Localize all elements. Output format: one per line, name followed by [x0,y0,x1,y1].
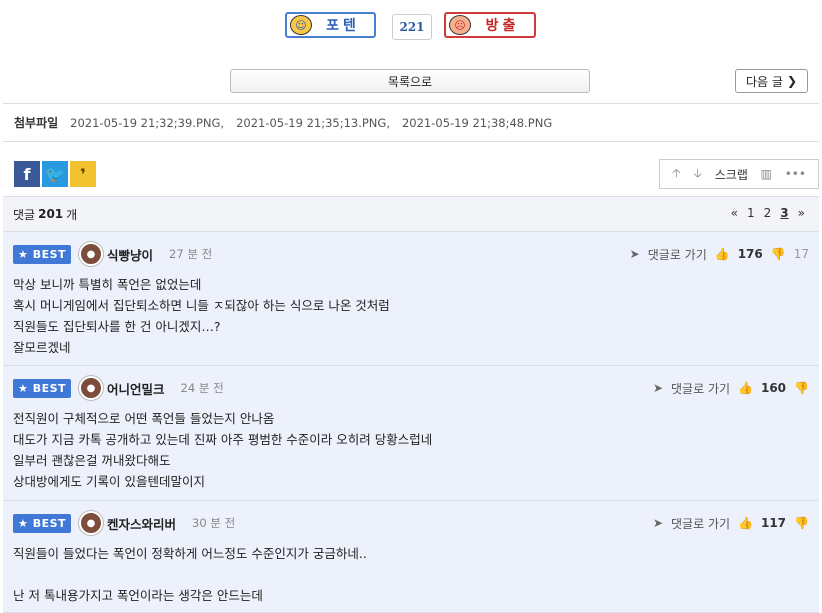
best-badge: ★ BEST [13,244,72,264]
attachment-file[interactable]: 2021-05-19 21;38;48.PNG [402,116,552,130]
comment-actions: ➤ 댓글로 가기 👍 160 👎 [653,380,809,397]
scrap-button[interactable]: 스크랩 [715,166,748,183]
avatar[interactable]: ● [79,242,104,266]
next-post-button[interactable]: 다음 글 ❯ [735,69,808,93]
next-page-icon[interactable]: » [798,206,805,220]
comment-line: 전직원이 구체적으로 어떤 폭언들 들었는지 안나옴 [13,411,275,426]
comment-line: 혹시 머니게임에서 집단퇴소하면 니들 ㅈ되잖아 하는 식으로 나온 것처럼 [13,298,390,313]
chevron-right-icon: ❯ [786,74,797,88]
go-to-reply-link[interactable]: 댓글로 가기 [648,246,707,263]
comment-actions: ➤ 댓글로 가기 👍 117 👎 [653,515,809,532]
reply-arrow-icon: ➤ [629,247,640,261]
comment-author[interactable]: 켄자스와리버 [107,514,176,533]
downvote-button[interactable]: ☹ 방출 [444,12,536,38]
comment-line: 난 저 톡내용가지고 폭언이라는 생각은 안드는데 [13,588,263,603]
upvote-count: 176 [737,247,763,261]
comment: ★ BEST ● 식빵냥이 27 분 전 ➤ 댓글로 가기 👍 176 👎 17… [3,232,819,366]
best-badge-label: BEST [32,247,67,261]
comment-line: 직원들도 집단퇴사를 한 건 아니겠지…? [13,319,221,334]
upvote-label: 포텐 [326,18,360,34]
arrow-up-icon[interactable]: 🡡 [672,164,681,185]
comment-line: 일부러 괜찮은걸 꺼내왔다해도 [13,453,171,468]
comment-header: ★ BEST ● 식빵냥이 27 분 전 ➤ 댓글로 가기 👍 176 👎 17 [13,242,809,266]
page-link[interactable]: 2 [764,206,772,220]
angry-face-icon: ☹ [449,15,471,35]
go-to-reply-link[interactable]: 댓글로 가기 [671,515,730,532]
twitter-icon: 🐦 [45,164,65,184]
pagination: « 1 2 3 » [731,206,805,220]
attachments: 첨부파일 2021-05-19 21;32;39.PNG, 2021-05-19… [14,114,552,131]
attachment-file[interactable]: 2021-05-19 21;32;39.PNG, [70,116,224,130]
comment-time: 24 분 전 [180,381,224,395]
comment: ★ BEST ● 어니언밀크 24 분 전 ➤ 댓글로 가기 👍 160 👎 전… [3,366,819,501]
comment-line: 막상 보니까 특별히 폭언은 없었는데 [13,277,202,292]
reply-arrow-icon: ➤ [652,516,664,530]
best-badge: ★ BEST [13,513,72,533]
attachments-label: 첨부파일 [14,116,59,130]
avatar[interactable]: ● [79,511,104,535]
best-badge: ★ BEST [13,378,72,398]
twitter-share-button[interactable]: 🐦 [42,161,68,187]
list-button[interactable]: 목록으로 [230,69,590,93]
share-buttons: f 🐦 ❜ [14,161,96,187]
comment: ★ BEST ● 켄자스와리버 30 분 전 ➤ 댓글로 가기 👍 117 👎 … [3,501,819,613]
attachment-file[interactable]: 2021-05-19 21;35;13.PNG, [236,116,390,130]
vote-count: 221 [392,14,432,40]
page-link[interactable]: 1 [747,206,755,220]
more-icon[interactable]: ••• [785,167,806,181]
reply-label: 댓글 [13,207,36,222]
reply-unit: 개 [66,207,78,222]
comment-line: 대도가 지금 카톡 공개하고 있는데 진짜 아주 평범한 수준이라 오히려 당황… [13,432,433,447]
comment-time: 30 분 전 [192,516,236,530]
go-to-reply-link[interactable]: 댓글로 가기 [671,380,730,397]
comment-body: 직원들이 들었다는 폭언이 정확하게 어느정도 수준인지가 궁금하네.. 난 저… [13,543,809,606]
comment-time: 27 분 전 [169,247,213,261]
avatar[interactable]: ● [79,376,104,400]
comment-line: 직원들이 들었다는 폭언이 정확하게 어느정도 수준인지가 궁금하네.. [13,546,367,561]
upvote-button[interactable]: ☺ 포텐 [285,12,376,38]
comment-line: 잘모르겠네 [13,340,71,355]
reply-count: 201 [38,207,64,221]
thumbs-down-icon[interactable]: 👎 [794,381,809,395]
downvote-count: 17 [793,247,809,261]
divider [3,103,819,104]
upvote-count: 160 [760,381,787,395]
downvote-label: 방출 [485,18,520,34]
comment-line [13,564,809,585]
upvote-count: 117 [760,516,787,530]
divider [3,141,819,142]
post-tools: 🡡 🡣 스크랩 ▥ ••• [659,159,819,189]
facebook-icon: f [23,164,31,184]
best-badge-label: BEST [32,381,67,395]
comment-author[interactable]: 식빵냥이 [107,245,153,264]
next-post-label: 다음 글 [746,74,783,89]
thumbs-up-icon[interactable]: 👍 [715,247,730,261]
reply-arrow-icon: ➤ [652,381,664,395]
comment-body: 막상 보니까 특별히 폭언은 없었는데 혹시 머니게임에서 집단퇴소하면 니들 … [13,274,809,358]
smile-face-icon: ☺ [290,15,312,35]
kakao-share-button[interactable]: ❜ [70,161,96,187]
facebook-share-button[interactable]: f [14,161,40,187]
vote-row: ☺ 포텐 221 ☹ 방출 [0,12,822,40]
kakao-icon: ❜ [80,164,86,184]
page-link-current[interactable]: 3 [780,206,788,220]
reply-count-bar: 댓글 201 개 « 1 2 3 » [3,196,819,232]
arrow-down-icon[interactable]: 🡣 [693,164,702,185]
thumbs-up-icon[interactable]: 👍 [738,516,753,530]
comment-header: ★ BEST ● 어니언밀크 24 분 전 ➤ 댓글로 가기 👍 160 👎 [13,376,809,400]
comment-author[interactable]: 어니언밀크 [107,379,165,398]
best-badge-label: BEST [32,516,67,530]
stats-icon[interactable]: ▥ [761,167,772,181]
thumbs-up-icon[interactable]: 👍 [738,381,753,395]
thumbs-down-icon[interactable]: 👎 [794,516,809,530]
comment-header: ★ BEST ● 켄자스와리버 30 분 전 ➤ 댓글로 가기 👍 117 👎 [13,511,809,535]
comment-body: 전직원이 구체적으로 어떤 폭언들 들었는지 안나옴 대도가 지금 카톡 공개하… [13,408,809,492]
thumbs-down-icon[interactable]: 👎 [771,247,786,261]
comment-actions: ➤ 댓글로 가기 👍 176 👎 17 [630,246,809,263]
prev-page-icon[interactable]: « [731,206,738,220]
comment-line: 상대방에게도 기록이 있을텐데말이지 [13,474,205,489]
